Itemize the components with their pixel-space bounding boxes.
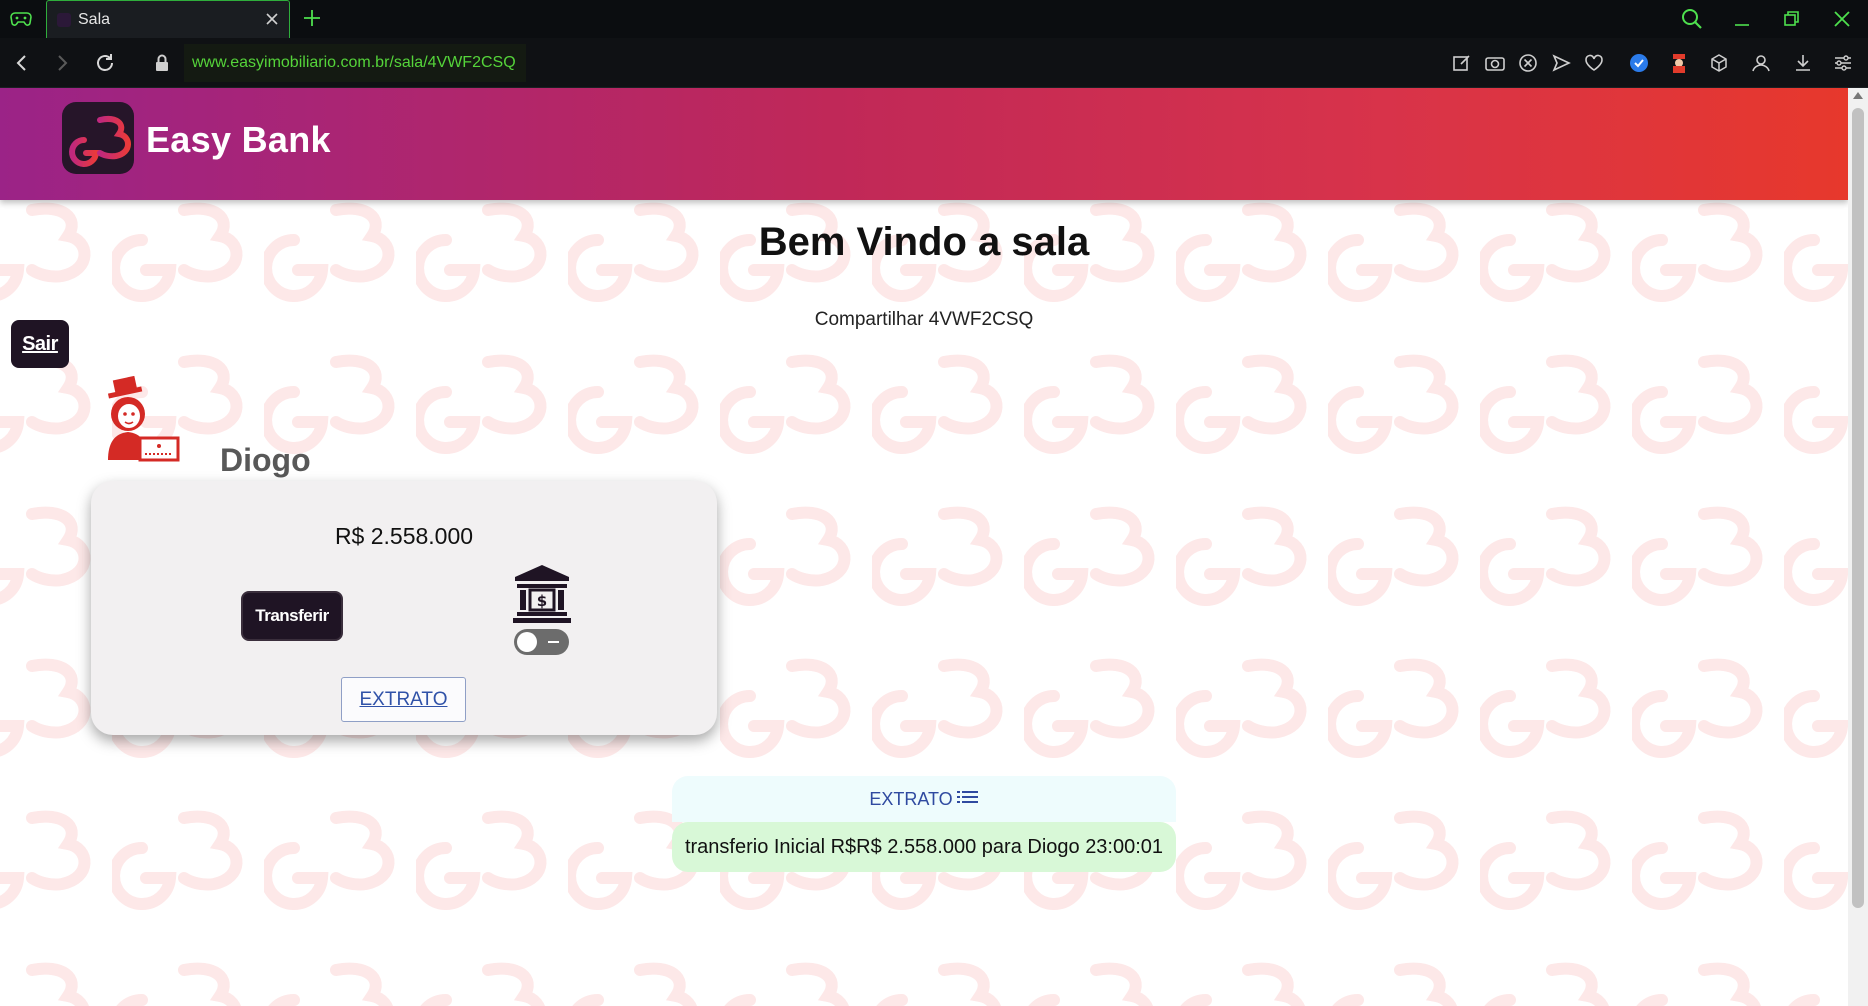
gamepad-icon[interactable] [8,8,34,30]
statement-panel: EXTRATO transferio Inicial R$R$ 2.558.00… [672,776,1176,962]
svg-text:$: $ [537,592,547,610]
app-header: Easy Bank [0,88,1848,200]
scroll-up-arrow-icon[interactable] [1853,92,1863,99]
edit-icon[interactable] [1451,52,1473,74]
player-balance: R$ 2.558.000 [334,523,474,549]
player-card: R$ 2.558.000 Transferir $ EXTRATO [91,481,717,735]
url-field[interactable]: www.easyimobiliario.com.br/sala/4VWF2CSQ [184,44,526,82]
statement-title: EXTRATO [869,788,953,809]
statement-header[interactable]: EXTRATO [672,776,1176,822]
download-icon[interactable] [1792,52,1814,74]
settings-sliders-icon[interactable] [1832,52,1854,74]
list-icon [956,789,979,810]
lock-icon[interactable] [153,53,171,73]
forward-icon[interactable] [50,51,74,75]
toggle-knob [517,632,537,652]
scroll-thumb[interactable] [1852,108,1864,908]
browser-address-bar: www.easyimobiliario.com.br/sala/4VWF2CSQ [0,38,1868,88]
tab-title: Sala [78,11,111,28]
restore-icon[interactable] [1779,7,1805,31]
camera-icon[interactable] [1484,52,1506,74]
back-icon[interactable] [10,51,34,75]
easybank-logo-icon [62,102,134,174]
sair-button[interactable]: Sair [11,320,69,368]
brand-name: Easy Bank [146,119,331,160]
browser-tab[interactable]: Sala [46,0,290,38]
url-text: www.easyimobiliario.com.br/sala/4VWF2CSQ [192,54,516,71]
search-icon[interactable] [1679,7,1705,31]
toggle-off-indicator [548,641,559,643]
send-icon[interactable] [1550,52,1572,74]
page-scrollbar[interactable] [1848,88,1868,1006]
player-avatar-icon [102,375,180,462]
verified-extension-icon[interactable] [1628,52,1650,74]
cube-icon[interactable] [1708,52,1730,74]
player-name: Diogo [220,442,311,478]
block-icon[interactable] [1517,52,1539,74]
extension-avatar-icon[interactable] [1668,52,1690,74]
close-tab-icon[interactable] [263,10,281,28]
close-window-icon[interactable] [1829,7,1855,31]
page-title: Bem Vindo a sala [758,220,1090,264]
bank-icon[interactable]: $ [511,563,573,625]
minimize-icon[interactable] [1729,7,1755,31]
easybank-favicon-icon [57,13,71,27]
share-room-code[interactable]: Compartilhar 4VWF2CSQ [0,309,1848,331]
extrato-button[interactable]: EXTRATO [341,677,466,722]
page-content: Easy Bank Bem Vindo a sala Compartilhar … [0,88,1848,1006]
profile-icon[interactable] [1750,52,1772,74]
statement-entry: transferio Inicial R$R$ 2.558.000 para D… [672,822,1176,872]
browser-tab-bar: Sala [0,0,1868,38]
reload-icon[interactable] [93,51,117,75]
bank-mode-toggle[interactable] [514,629,569,655]
transfer-button[interactable]: Transferir [241,591,343,641]
new-tab-plus-icon[interactable] [300,6,324,30]
heart-icon[interactable] [1583,52,1605,74]
